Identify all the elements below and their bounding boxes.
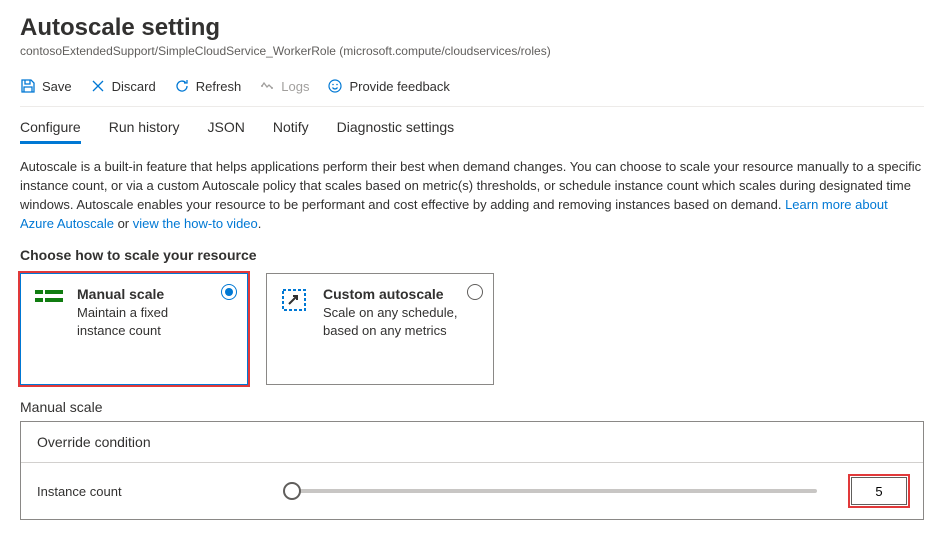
instance-count-slider[interactable] [287,489,817,493]
smiley-icon [327,78,343,94]
discard-button[interactable]: Discard [90,76,156,96]
instance-count-input[interactable] [851,477,907,505]
manual-scale-heading: Manual scale [20,399,924,415]
refresh-button[interactable]: Refresh [174,76,242,96]
save-icon [20,78,36,94]
intro-sep: or [118,216,133,231]
card-custom-autoscale[interactable]: Custom autoscale Scale on any schedule, … [266,273,494,385]
toolbar: Save Discard Refresh Logs Provide feedba… [20,72,924,107]
intro-paragraph: Autoscale is a built-in feature that hel… [20,158,924,233]
logs-label: Logs [281,79,309,94]
condition-box: Override condition Instance count [20,421,924,520]
howto-video-link[interactable]: view the how-to video [133,216,258,231]
close-icon [90,78,106,94]
refresh-label: Refresh [196,79,242,94]
card-manual-scale[interactable]: Manual scale Maintain a fixed instance c… [20,273,248,385]
manual-desc: Maintain a fixed instance count [77,304,215,339]
save-button[interactable]: Save [20,76,72,96]
feedback-label: Provide feedback [349,79,449,94]
choose-scale-label: Choose how to scale your resource [20,247,924,263]
radio-custom[interactable] [467,284,483,300]
intro-end: . [258,216,262,231]
page-title: Autoscale setting [20,14,924,42]
instance-count-row: Instance count [21,463,923,519]
tab-run-history[interactable]: Run history [109,119,180,144]
custom-title: Custom autoscale [323,286,461,302]
save-label: Save [42,79,72,94]
manual-scale-icon [35,286,65,372]
slider-track [287,489,817,493]
slider-thumb[interactable] [283,482,301,500]
radio-manual[interactable] [221,284,237,300]
tabs: Configure Run history JSON Notify Diagno… [20,119,924,144]
breadcrumb: contosoExtendedSupport/SimpleCloudServic… [20,44,924,58]
logs-button[interactable]: Logs [259,76,309,96]
tab-diagnostic[interactable]: Diagnostic settings [337,119,455,144]
logs-icon [259,78,275,94]
custom-autoscale-icon [281,286,311,372]
tab-notify[interactable]: Notify [273,119,309,144]
override-condition-header: Override condition [21,422,923,463]
tab-json[interactable]: JSON [208,119,245,144]
tab-configure[interactable]: Configure [20,119,81,144]
discard-label: Discard [112,79,156,94]
custom-desc: Scale on any schedule, based on any metr… [323,304,461,339]
refresh-icon [174,78,190,94]
feedback-button[interactable]: Provide feedback [327,76,449,96]
instance-count-label: Instance count [37,484,267,499]
scale-cards: Manual scale Maintain a fixed instance c… [20,273,924,385]
manual-title: Manual scale [77,286,215,302]
